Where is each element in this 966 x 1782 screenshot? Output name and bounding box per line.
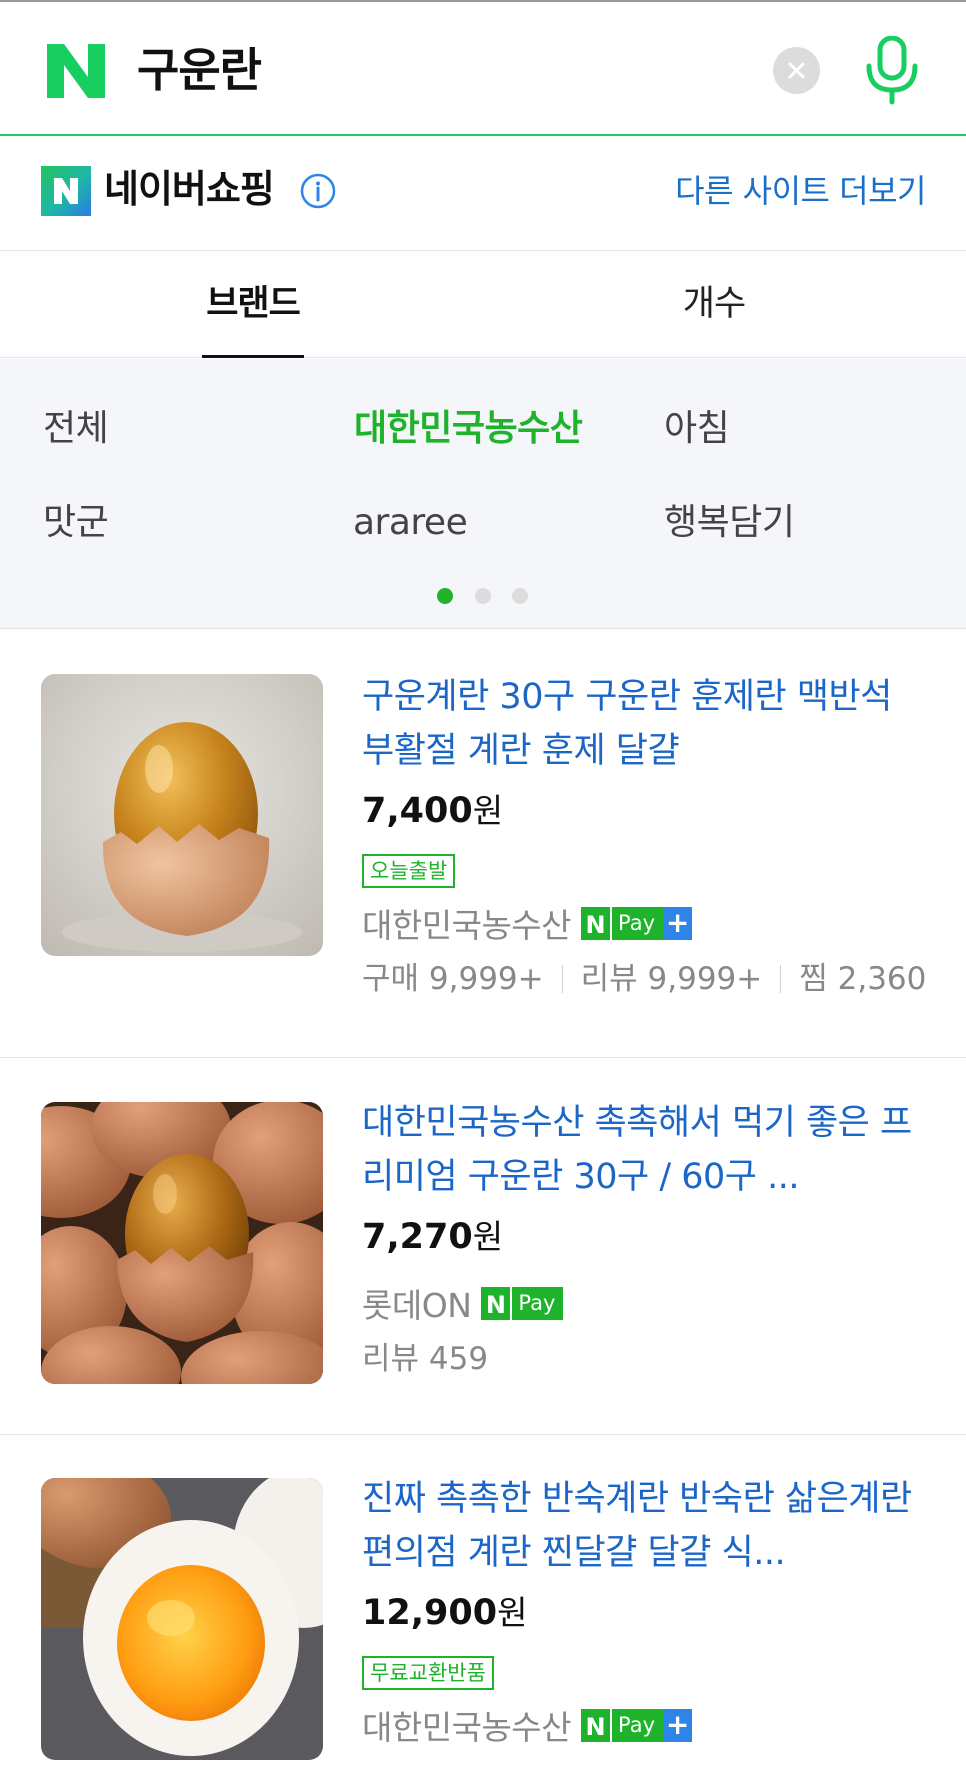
brand-chip[interactable]: 행복담기: [664, 498, 795, 548]
naver-shopping-logo-icon: [41, 166, 91, 216]
product-info: 구운계란 30구 구운란 훈제란 맥반석 부활절 계란 훈제 달걀 7,400원…: [362, 670, 930, 1002]
brand-chip[interactable]: araree: [353, 498, 468, 548]
brand-chip[interactable]: 아침: [664, 404, 730, 454]
product-image[interactable]: [41, 1478, 323, 1760]
shopping-title[interactable]: 네이버쇼핑: [104, 161, 275, 217]
voice-search-button[interactable]: [864, 35, 920, 106]
brand-chip[interactable]: 맛군: [43, 498, 109, 548]
product-price: 12,900원: [362, 1588, 930, 1644]
seller-row: 대한민국농수산 N Pay +: [362, 900, 930, 946]
product-info: 대한민국농수산 촉촉해서 먹기 좋은 프리미엄 구운란 30구 / 60구 ..…: [362, 1096, 930, 1382]
pagination-dots: [0, 587, 966, 607]
wishlist-count: 찜 2,360: [799, 961, 927, 997]
product-title[interactable]: 구운계란 30구 구운란 훈제란 맥반석 부활절 계란 훈제 달걀: [362, 670, 930, 778]
product-card[interactable]: 진짜 촉촉한 반숙계란 반숙란 삶은계란 편의점 계란 찐달걀 달걀 식... …: [0, 1436, 966, 1782]
purchase-count: 구매 9,999+: [362, 961, 544, 997]
shipping-badge: 오늘출발: [362, 854, 456, 888]
seller-name[interactable]: 롯데ON: [362, 1279, 472, 1327]
naver-n-icon[interactable]: [47, 44, 105, 98]
npay-icon: N Pay +: [581, 906, 693, 940]
filter-tabs: 브랜드 개수: [0, 252, 966, 358]
seller-row: 대한민국농수산 N Pay +: [362, 1702, 930, 1748]
product-info: 진짜 촉촉한 반숙계란 반숙란 삶은계란 편의점 계란 찐달걀 달걀 식... …: [362, 1472, 930, 1748]
npay-icon: N Pay +: [581, 1708, 693, 1742]
seller-name[interactable]: 대한민국농수산: [362, 899, 572, 947]
price-currency: 원: [472, 1217, 504, 1256]
npay-icon: N Pay: [481, 1286, 564, 1320]
page-dot[interactable]: [512, 588, 528, 604]
divider: [561, 965, 563, 993]
product-title[interactable]: 진짜 촉촉한 반숙계란 반숙란 삶은계란 편의점 계란 찐달걀 달걀 식...: [362, 1472, 930, 1580]
brand-filter-panel: 전체 대한민국농수산 아침 맛군 araree 행복담기: [0, 359, 966, 629]
mic-icon: [866, 35, 918, 105]
clear-icon: [788, 62, 805, 79]
divider: [780, 965, 782, 993]
tab-brand[interactable]: 브랜드: [202, 252, 304, 358]
tab-count[interactable]: 개수: [663, 252, 765, 358]
more-sites-link[interactable]: 다른 사이트 더보기: [675, 166, 926, 216]
product-title[interactable]: 대한민국농수산 촉촉해서 먹기 좋은 프리미엄 구운란 30구 / 60구 ..…: [362, 1096, 930, 1204]
return-badge: 무료교환반품: [362, 1656, 494, 1690]
brand-chip-all[interactable]: 전체: [43, 404, 109, 454]
clear-search-button[interactable]: [773, 47, 820, 94]
seller-name[interactable]: 대한민국농수산: [362, 1701, 572, 1749]
seller-row: 롯데ON N Pay: [362, 1280, 930, 1326]
info-icon[interactable]: [299, 172, 337, 210]
price-value: 12,900: [362, 1593, 498, 1633]
page-dot[interactable]: [475, 588, 491, 604]
product-price: 7,400원: [362, 786, 930, 842]
shopping-section-header: 네이버쇼핑 다른 사이트 더보기: [0, 136, 966, 251]
page-dot-active[interactable]: [437, 588, 453, 604]
price-value: 7,270: [362, 1217, 473, 1257]
search-input[interactable]: 구운란: [137, 42, 262, 98]
price-currency: 원: [497, 1593, 528, 1632]
price-currency: 원: [472, 791, 504, 830]
product-image[interactable]: [41, 1102, 323, 1384]
brand-chip-selected[interactable]: 대한민국농수산: [354, 404, 583, 454]
product-price: 7,270원: [362, 1212, 930, 1268]
product-card[interactable]: 구운계란 30구 구운란 훈제란 맥반석 부활절 계란 훈제 달걀 7,400원…: [0, 630, 966, 1058]
price-value: 7,400: [362, 791, 473, 831]
review-count[interactable]: 리뷰 459: [362, 1336, 488, 1382]
product-stats: 리뷰 459: [362, 1336, 930, 1382]
review-count[interactable]: 리뷰 9,999+: [581, 956, 763, 1002]
search-bar: 구운란: [0, 2, 966, 136]
product-image[interactable]: [41, 674, 323, 956]
product-stats: 구매 9,999+ 리뷰 9,999+ 찜 2,360: [362, 956, 930, 1002]
product-card[interactable]: 대한민국농수산 촉촉해서 먹기 좋은 프리미엄 구운란 30구 / 60구 ..…: [0, 1059, 966, 1435]
